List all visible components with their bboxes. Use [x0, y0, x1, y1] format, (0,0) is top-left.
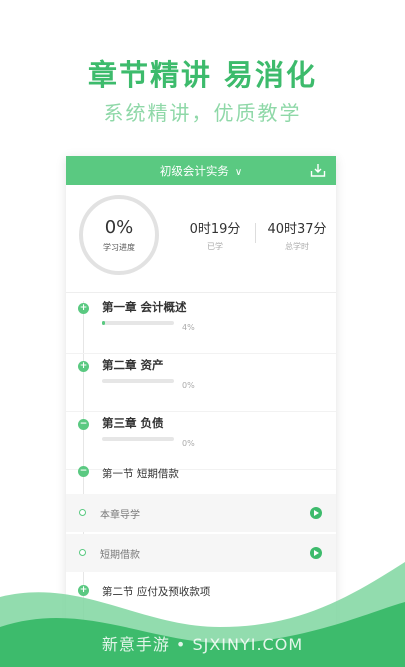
expand-icon[interactable]: +	[78, 303, 89, 314]
expand-icon[interactable]: +	[78, 361, 89, 372]
promo-headline: 章节精讲 易消化	[87, 58, 318, 92]
play-icon[interactable]	[310, 507, 322, 519]
chapter-progress-bar	[102, 437, 174, 441]
lesson-node-icon	[79, 549, 86, 556]
download-icon[interactable]	[310, 163, 326, 178]
section-title: 第一节 短期借款	[102, 468, 179, 480]
chapter-progress-bar	[102, 321, 174, 325]
total-stat: 40时37分 总学时	[258, 218, 336, 252]
progress-label: 学习进度	[103, 243, 135, 252]
collapse-icon[interactable]: −	[78, 466, 89, 477]
chapter-progress-fill	[102, 321, 105, 325]
chapter-title: 第三章 负债	[102, 416, 164, 430]
chapter-item[interactable]: + 第二章 资产 0%	[66, 354, 336, 412]
chapter-percent: 0%	[182, 381, 195, 390]
learned-label: 已学	[207, 242, 223, 251]
chapter-title: 第一章 会计概述	[102, 300, 187, 314]
section-item[interactable]: − 第一节 短期借款	[66, 454, 336, 494]
progress-ring: 0% 学习进度	[79, 195, 159, 275]
lesson-title: 本章导学	[100, 510, 140, 521]
chapter-progress-bar	[102, 379, 174, 383]
chapter-title: 第二章 资产	[102, 358, 164, 372]
watermark: 新意手游 • SJXINYI.COM	[101, 635, 304, 654]
divider	[255, 223, 256, 243]
course-selector[interactable]: 初级会计实务 ∨	[160, 163, 242, 179]
collapse-icon[interactable]: −	[78, 419, 89, 430]
course-title: 初级会计实务	[159, 163, 229, 178]
total-value: 40时37分	[267, 222, 327, 237]
study-stats: 0% 学习进度 0时19分 已学 40时37分 总学时	[66, 185, 336, 293]
lesson-item[interactable]: 本章导学	[66, 494, 336, 532]
learned-stat: 0时19分 已学	[176, 218, 254, 252]
chevron-down-icon: ∨	[234, 166, 243, 178]
chapter-percent: 0%	[182, 439, 195, 448]
chapter-item[interactable]: + 第一章 会计概述 4%	[66, 296, 336, 354]
course-header: 初级会计实务 ∨	[66, 156, 336, 185]
promo-subline: 系统精讲，优质教学	[103, 101, 302, 125]
chapter-percent: 4%	[182, 323, 195, 332]
total-label: 总学时	[285, 242, 309, 251]
progress-percent: 0%	[104, 217, 134, 238]
learned-value: 0时19分	[189, 222, 241, 237]
lesson-node-icon	[79, 509, 86, 516]
